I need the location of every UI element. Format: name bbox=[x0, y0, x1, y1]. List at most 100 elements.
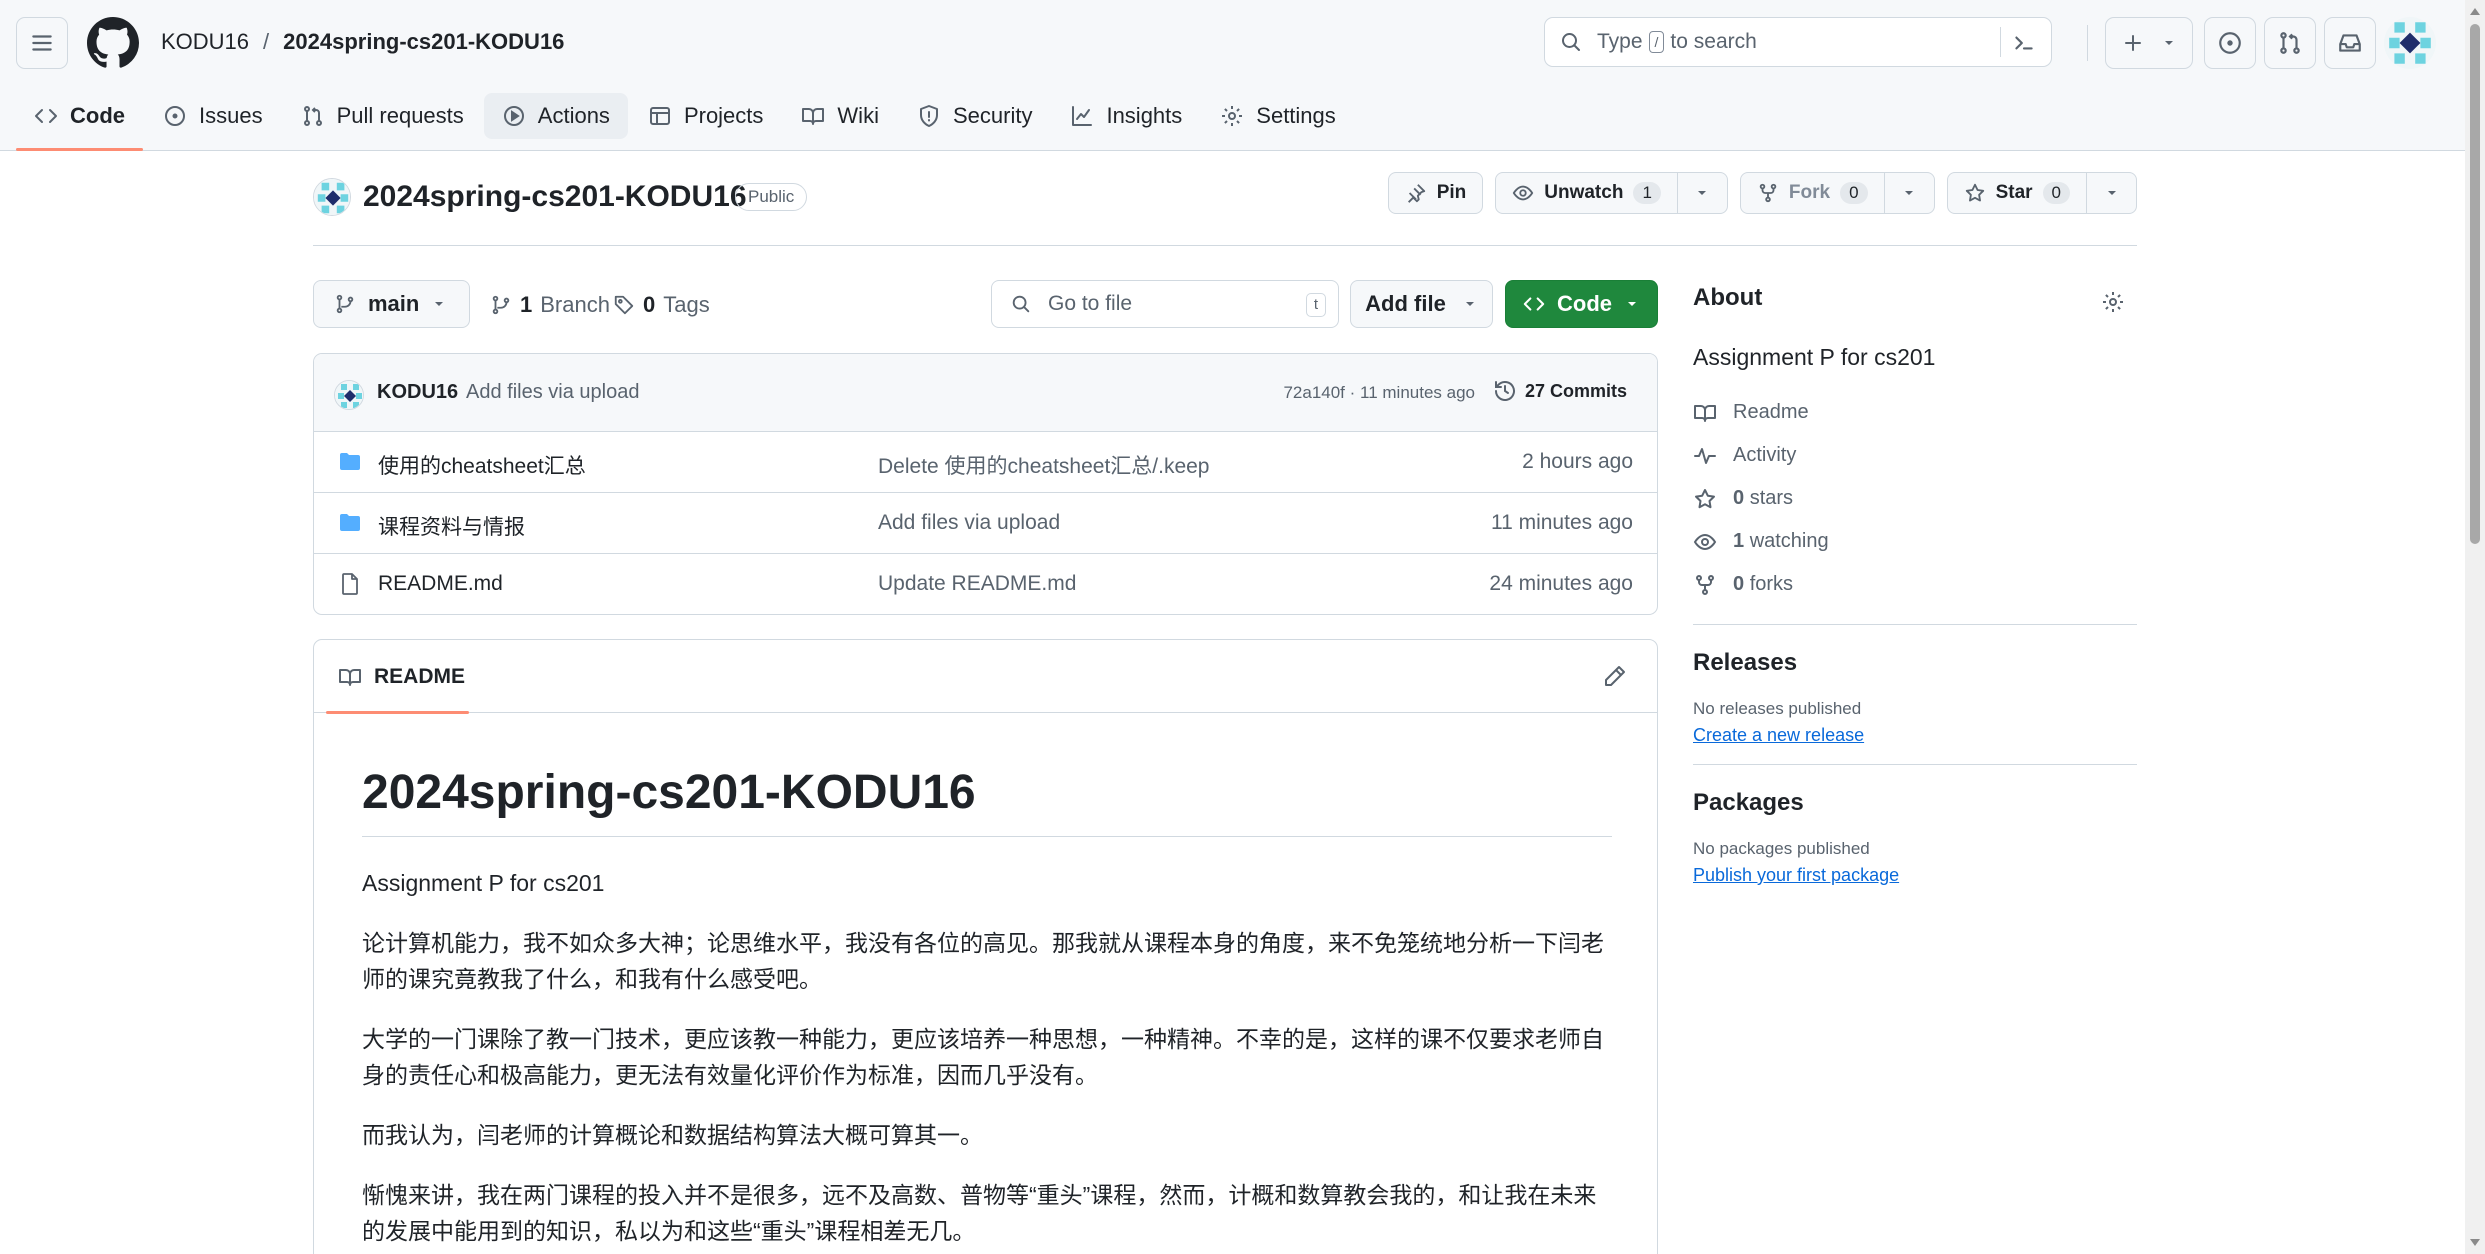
identicon-icon bbox=[2384, 17, 2436, 69]
readme-content: 2024spring-cs201-KODU16 Assignment P for… bbox=[362, 765, 1612, 1249]
file-commit-message[interactable]: Delete 使用的cheatsheet汇总/.keep bbox=[878, 450, 1210, 480]
tab-wiki[interactable]: Wiki bbox=[783, 93, 897, 139]
commit-author[interactable]: KODU16 bbox=[377, 381, 458, 404]
go-to-file-input[interactable]: Go to file t bbox=[991, 280, 1339, 328]
tab-pull-requests[interactable]: Pull requests bbox=[283, 93, 482, 139]
tab-projects[interactable]: Projects bbox=[630, 93, 781, 139]
caret-down-icon bbox=[2165, 41, 2173, 45]
global-search-input[interactable]: Type / to search bbox=[1544, 17, 2052, 67]
tab-settings[interactable]: Settings bbox=[1202, 93, 1354, 139]
visibility-badge: Public bbox=[735, 183, 808, 211]
file-commit-age: 24 minutes ago bbox=[1489, 572, 1633, 595]
forks-link[interactable]: 0 forks bbox=[1693, 563, 2137, 606]
git-pull-request-icon bbox=[303, 106, 322, 126]
readme-link[interactable]: Readme bbox=[1693, 391, 2137, 434]
repo-title[interactable]: 2024spring-cs201-KODU16 bbox=[363, 180, 747, 214]
pencil-icon[interactable] bbox=[1603, 664, 1627, 688]
tab-security[interactable]: Security bbox=[899, 93, 1050, 139]
create-release-link[interactable]: Create a new release bbox=[1693, 725, 1864, 746]
repo-header: 2024spring-cs201-KODU16 Public Pin Unwat… bbox=[313, 170, 2137, 246]
commit-author-avatar[interactable] bbox=[334, 380, 364, 410]
watching-link[interactable]: 1 watching bbox=[1693, 520, 2137, 563]
tags-link[interactable]: 0 Tags bbox=[613, 292, 710, 318]
breadcrumb-repo[interactable]: 2024spring-cs201-KODU16 bbox=[283, 29, 564, 55]
fork-dropdown[interactable] bbox=[1883, 173, 1934, 213]
command-palette-icon[interactable] bbox=[2011, 30, 2037, 56]
fork-button[interactable]: Fork 0 bbox=[1739, 172, 1935, 214]
code-icon bbox=[1523, 297, 1545, 311]
publish-package-link[interactable]: Publish your first package bbox=[1693, 865, 1899, 886]
tab-code[interactable]: Code bbox=[16, 93, 143, 151]
activity-link[interactable]: Activity bbox=[1693, 434, 2137, 477]
releases-section: Releases No releases published Create a … bbox=[1693, 649, 2137, 746]
table-row[interactable]: README.md Update README.md 24 minutes ag… bbox=[314, 554, 1657, 614]
breadcrumb-owner[interactable]: KODU16 bbox=[161, 29, 249, 55]
create-new-button[interactable] bbox=[2105, 17, 2193, 69]
user-avatar[interactable] bbox=[2384, 17, 2436, 69]
about-links: Readme Activity 0 stars 1 watching 0 for… bbox=[1693, 391, 2137, 606]
readme-title: 2024spring-cs201-KODU16 bbox=[362, 765, 1612, 837]
folder-icon bbox=[340, 453, 360, 470]
notifications-button[interactable] bbox=[2324, 17, 2376, 69]
readme-paragraph: Assignment P for cs201 bbox=[362, 870, 605, 896]
git-pull-request-icon bbox=[2280, 32, 2300, 54]
table-row[interactable]: 使用的cheatsheet汇总 Delete 使用的cheatsheet汇总/.… bbox=[314, 432, 1657, 493]
your-issues-button[interactable] bbox=[2204, 17, 2256, 69]
search-shortcut-key: / bbox=[1648, 31, 1665, 53]
repo-owner-avatar[interactable] bbox=[313, 178, 351, 216]
page-scrollbar[interactable] bbox=[2465, 0, 2485, 1254]
search-suffix: to search bbox=[1670, 30, 1757, 53]
gear-icon[interactable] bbox=[2101, 290, 2125, 314]
github-mark-icon[interactable] bbox=[87, 17, 139, 69]
readme-tab[interactable]: README bbox=[326, 640, 469, 714]
packages-title[interactable]: Packages bbox=[1693, 789, 2137, 817]
commit-message[interactable]: Add files via upload bbox=[466, 381, 639, 404]
stars-link[interactable]: 0 stars bbox=[1693, 477, 2137, 520]
releases-title[interactable]: Releases bbox=[1693, 649, 2137, 677]
table-row[interactable]: 课程资料与情报 Add files via upload 11 minutes … bbox=[314, 493, 1657, 554]
file-name[interactable]: 使用的cheatsheet汇总 bbox=[378, 450, 586, 480]
star-button[interactable]: Star 0 bbox=[1946, 172, 2137, 214]
pulse-icon bbox=[1694, 447, 1716, 464]
caret-down-icon bbox=[1698, 191, 1707, 195]
readme-paragraph: 而我认为，闫老师的计算概论和数据结构算法大概可算其一。 bbox=[362, 1122, 983, 1148]
plus-icon bbox=[2125, 35, 2141, 51]
file-commit-age: 2 hours ago bbox=[1522, 450, 1633, 473]
branch-selector[interactable]: main bbox=[313, 280, 470, 328]
book-icon bbox=[802, 108, 825, 125]
your-pull-requests-button[interactable] bbox=[2264, 17, 2316, 69]
caret-down-icon bbox=[435, 302, 444, 306]
tab-insights[interactable]: Insights bbox=[1052, 93, 1200, 139]
watching-label: watching bbox=[1749, 530, 1829, 552]
folder-icon bbox=[340, 514, 360, 531]
branches-link[interactable]: 1 Branch bbox=[490, 292, 610, 318]
code-icon bbox=[35, 109, 57, 123]
scroll-thumb[interactable] bbox=[2470, 24, 2480, 544]
stars-label: stars bbox=[1749, 487, 1794, 509]
commits-count-label: 27 Commits bbox=[1524, 380, 1627, 401]
repo-sidebar: About Assignment P for cs201 Readme Acti… bbox=[1693, 284, 2137, 886]
file-commit-message[interactable]: Add files via upload bbox=[878, 511, 1060, 535]
add-file-button[interactable]: Add file bbox=[1350, 280, 1493, 328]
readme-tab-label: README bbox=[374, 664, 466, 688]
file-commit-message[interactable]: Update README.md bbox=[878, 572, 1076, 596]
scroll-down-arrow[interactable] bbox=[2470, 1239, 2480, 1246]
commits-history-link[interactable]: 27 Commits bbox=[1493, 379, 1627, 403]
scroll-up-arrow[interactable] bbox=[2470, 8, 2480, 15]
star-dropdown[interactable] bbox=[2086, 173, 2136, 213]
file-name[interactable]: 课程资料与情报 bbox=[378, 511, 525, 541]
file-name[interactable]: README.md bbox=[378, 572, 503, 596]
unwatch-dropdown[interactable] bbox=[1676, 173, 1727, 213]
search-prefix: Type bbox=[1597, 30, 1643, 53]
pin-button[interactable]: Pin bbox=[1387, 172, 1484, 214]
tab-issues-label: Issues bbox=[199, 103, 263, 128]
tab-issues[interactable]: Issues bbox=[145, 93, 281, 139]
breadcrumb-separator: / bbox=[263, 29, 270, 54]
code-button[interactable]: Code bbox=[1505, 280, 1658, 328]
star-icon bbox=[1695, 488, 1715, 508]
commit-meta[interactable]: 72a140f · 11 minutes ago bbox=[1283, 383, 1475, 403]
menu-button[interactable] bbox=[16, 17, 68, 69]
global-header: KODU16 / 2024spring-cs201-KODU16 Type / … bbox=[0, 0, 2465, 151]
tab-actions[interactable]: Actions bbox=[483, 93, 628, 139]
unwatch-button[interactable]: Unwatch 1 bbox=[1495, 172, 1728, 214]
